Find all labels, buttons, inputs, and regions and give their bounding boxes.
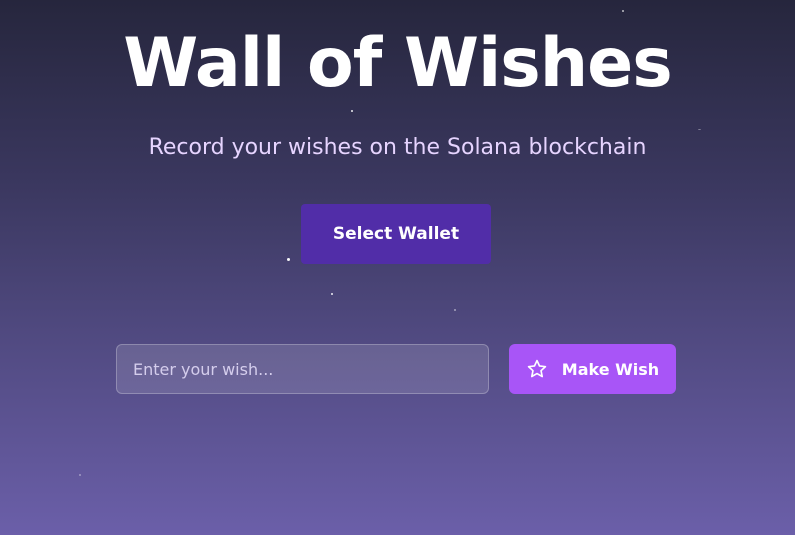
background-star xyxy=(454,309,456,311)
make-wish-label: Make Wish xyxy=(561,359,660,379)
background-star xyxy=(287,258,290,261)
background-star xyxy=(331,293,333,295)
background-star xyxy=(351,110,353,112)
select-wallet-button[interactable]: Select Wallet xyxy=(301,204,491,264)
make-wish-button[interactable]: Make Wish xyxy=(509,344,676,394)
page-subtitle: Record your wishes on the Solana blockch… xyxy=(148,135,647,160)
background-star xyxy=(698,129,701,130)
page-title: Wall of Wishes xyxy=(123,24,673,103)
background-star xyxy=(79,474,81,476)
star-icon xyxy=(526,358,548,380)
wish-input[interactable] xyxy=(116,344,489,394)
background-star xyxy=(622,10,624,12)
